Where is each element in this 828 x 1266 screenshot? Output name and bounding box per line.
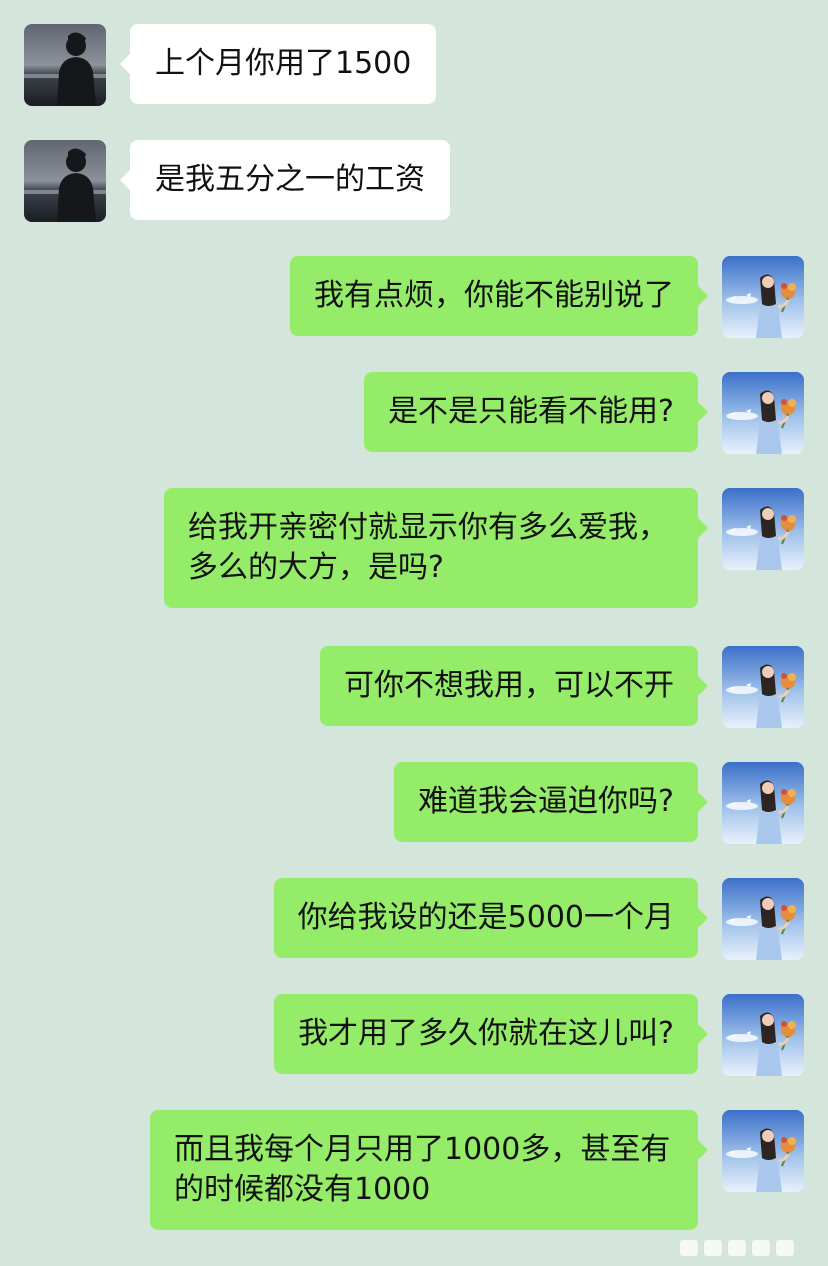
contact-avatar[interactable]	[24, 24, 106, 106]
self-avatar[interactable]	[722, 994, 804, 1076]
girl-with-flowers-by-sea-avatar-icon	[722, 488, 804, 570]
man-silhouette-at-sea-avatar-icon	[24, 140, 106, 222]
outgoing-message-bubble[interactable]: 是不是只能看不能用?	[364, 372, 698, 452]
girl-with-flowers-by-sea-avatar-icon	[722, 1110, 804, 1192]
self-avatar[interactable]	[722, 256, 804, 338]
bubble-tail	[697, 1139, 708, 1161]
bubble-tail	[697, 1023, 708, 1045]
outgoing-message-bubble[interactable]: 我才用了多久你就在这儿叫?	[274, 994, 698, 1074]
bubble-tail	[697, 675, 708, 697]
self-avatar[interactable]	[722, 488, 804, 570]
incoming-message-bubble[interactable]: 是我五分之一的工资	[130, 140, 450, 220]
outgoing-message-bubble[interactable]: 可你不想我用，可以不开	[320, 646, 698, 726]
self-avatar[interactable]	[722, 1110, 804, 1192]
incoming-message-bubble[interactable]: 上个月你用了1500	[130, 24, 437, 104]
outgoing-message-bubble[interactable]: 给我开亲密付就显示你有多么爱我，多么的大方，是吗?	[164, 488, 698, 608]
girl-with-flowers-by-sea-avatar-icon	[722, 256, 804, 338]
outgoing-message-bubble[interactable]: 而且我每个月只用了1000多，甚至有的时候都没有1000	[150, 1110, 698, 1230]
chat-area[interactable]: 上个月你用了1500 是我五分之一的工资 我有点烦，你能不能别说了 是不是只能看…	[0, 0, 828, 1266]
self-avatar[interactable]	[722, 878, 804, 960]
outgoing-message-bubble[interactable]: 我有点烦，你能不能别说了	[290, 256, 698, 336]
bubble-tail	[697, 907, 708, 929]
self-avatar[interactable]	[722, 646, 804, 728]
man-silhouette-at-sea-avatar-icon	[24, 24, 106, 106]
girl-with-flowers-by-sea-avatar-icon	[722, 994, 804, 1076]
girl-with-flowers-by-sea-avatar-icon	[722, 646, 804, 728]
bubble-tail	[697, 517, 708, 539]
girl-with-flowers-by-sea-avatar-icon	[722, 372, 804, 454]
watermark-icon	[680, 1240, 794, 1256]
bubble-tail	[697, 791, 708, 813]
self-avatar[interactable]	[722, 762, 804, 844]
contact-avatar[interactable]	[24, 140, 106, 222]
self-avatar[interactable]	[722, 372, 804, 454]
bubble-tail	[697, 285, 708, 307]
girl-with-flowers-by-sea-avatar-icon	[722, 762, 804, 844]
bubble-tail	[697, 401, 708, 423]
outgoing-message-bubble[interactable]: 你给我设的还是5000一个月	[273, 878, 698, 958]
girl-with-flowers-by-sea-avatar-icon	[722, 878, 804, 960]
outgoing-message-bubble[interactable]: 难道我会逼迫你吗?	[394, 762, 698, 842]
